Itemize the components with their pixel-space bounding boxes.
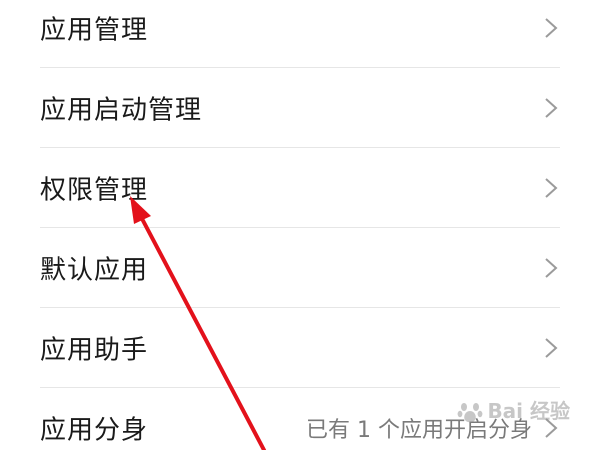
menu-item-default-apps[interactable]: 默认应用	[40, 228, 560, 308]
menu-item-label: 权限管理	[40, 175, 149, 206]
chevron-right-icon	[545, 18, 558, 38]
menu-item-label: 默认应用	[40, 255, 149, 286]
menu-item-label: 应用分身	[40, 415, 149, 446]
settings-menu-list: 应用管理 应用启动管理 权限管理 默认应用 应用助手 应用分身 已有 1 个应用…	[0, 0, 600, 450]
baidu-jingyan-watermark: Bai 经验	[457, 395, 570, 424]
chevron-right-icon	[545, 178, 558, 198]
menu-item-app-launch-management[interactable]: 应用启动管理	[40, 68, 560, 148]
baidu-paw-icon	[458, 403, 483, 423]
menu-item-permission-management[interactable]: 权限管理	[40, 148, 560, 228]
chevron-right-icon	[545, 98, 558, 118]
chevron-right-icon	[545, 258, 558, 278]
chevron-right-icon	[545, 338, 558, 358]
menu-item-label: 应用启动管理	[40, 95, 203, 126]
watermark-text: Bai 经验	[487, 399, 570, 423]
menu-item-app-assistant[interactable]: 应用助手	[40, 308, 560, 388]
menu-item-label: 应用管理	[40, 15, 149, 46]
menu-item-app-management[interactable]: 应用管理	[40, 0, 560, 68]
menu-item-label: 应用助手	[40, 335, 149, 366]
